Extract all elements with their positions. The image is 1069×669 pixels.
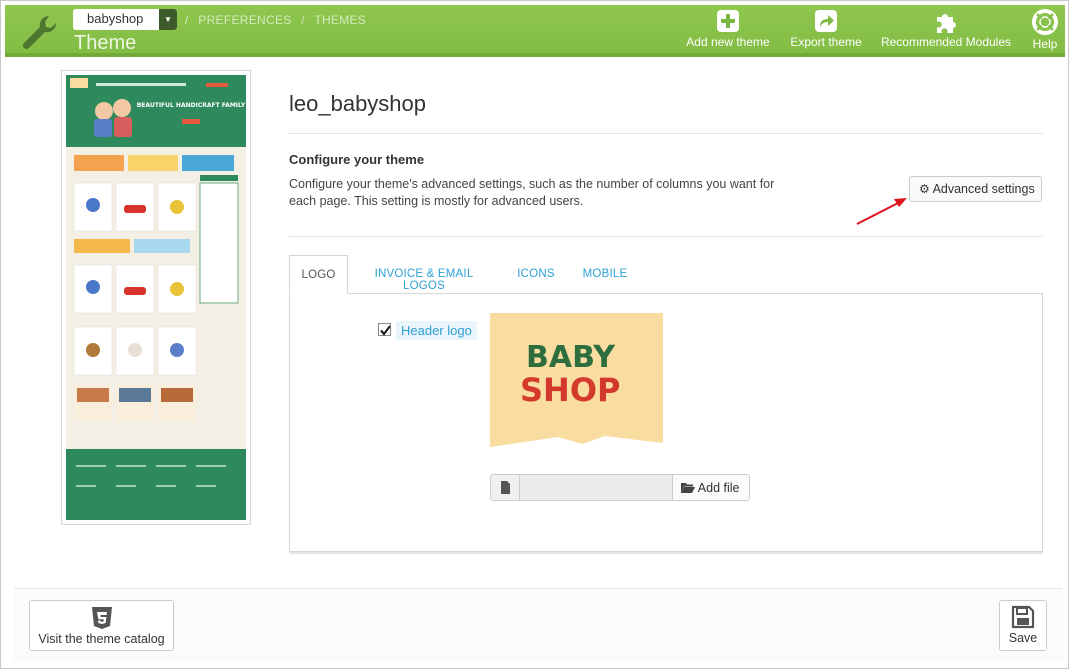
shop-selector[interactable]: babyshop ▼ [73,9,177,30]
export-theme-button[interactable]: Export theme [785,9,867,49]
export-theme-label: Export theme [790,35,862,49]
breadcrumb: / PREFERENCES / THEMES [185,13,372,27]
breadcrumb-preferences[interactable]: PREFERENCES [198,13,291,27]
theme-preview: BEAUTIFUL HANDICRAFT FAMILY [61,70,251,525]
visit-theme-catalog-button[interactable]: Visit the theme catalog [29,600,174,651]
checkmark-icon [380,325,391,336]
recommended-modules-label: Recommended Modules [880,35,1012,49]
tab-mobile[interactable]: MOBILE [579,255,631,294]
breadcrumb-separator: / [301,13,305,27]
page-title: Theme [74,32,137,54]
logo-tab-panel: Header logo BABY SHOP Add file [289,293,1043,552]
advanced-settings-label: Advanced settings [932,182,1035,196]
chevron-down-icon: ▼ [159,9,177,30]
theme-tabs: LOGO INVOICE & EMAIL LOGOS ICONS MOBILE [289,255,1043,294]
add-new-theme-button[interactable]: Add new theme [681,9,775,49]
recommended-modules-button[interactable]: Recommended Modules [875,9,1017,49]
form-footer: Visit the theme catalog Save [14,588,1063,662]
preview-banner-text: BEAUTIFUL HANDICRAFT FAMILY [137,102,246,109]
file-upload: Add file [490,474,750,501]
theme-name: leo_babyshop [289,91,427,116]
header-logo-image: BABY SHOP [490,313,663,447]
puzzle-icon [937,14,956,33]
theme-panel: BEAUTIFUL HANDICRAFT FAMILY leo_babyshop… [14,63,1063,588]
logo-text-baby: BABY [526,340,616,375]
add-file-button[interactable]: Add file [672,474,750,501]
floppy-disk-icon [1011,605,1035,629]
share-icon [815,10,837,32]
breadcrumb-separator: / [185,13,189,27]
shop-selector-value: babyshop [87,11,144,26]
theme-screenshot-graphic: BEAUTIFUL HANDICRAFT FAMILY [66,75,246,520]
annotation-arrow [856,198,907,225]
gear-icon: ⚙ [919,182,930,196]
admin-window: babyshop ▼ / PREFERENCES / THEMES Theme … [0,0,1069,669]
wrench-icon [22,15,57,50]
help-button[interactable]: Help [1027,9,1063,51]
tab-icons[interactable]: ICONS [511,255,561,294]
add-file-label: Add file [697,481,740,495]
tab-invoice-email-logos[interactable]: INVOICE & EMAIL LOGOS [359,255,489,294]
plus-square-icon [717,10,739,32]
header-logo-label[interactable]: Header logo [396,321,477,340]
save-button[interactable]: Save [999,600,1047,651]
file-icon [490,474,520,501]
divider [289,133,1043,134]
breadcrumb-themes[interactable]: THEMES [314,13,366,27]
configure-title: Configure your theme [289,152,425,167]
tab-logo[interactable]: LOGO [289,255,348,294]
header-logo-checkbox[interactable] [378,323,391,336]
help-label: Help [1032,37,1058,51]
visit-theme-catalog-label: Visit the theme catalog [38,632,165,646]
logo-text-shop: SHOP [520,371,620,409]
file-path-input[interactable] [519,474,673,501]
configure-description: Configure your theme's advanced settings… [289,177,775,208]
html5-icon [91,607,112,629]
divider [289,236,1043,237]
folder-open-icon [681,481,698,495]
add-new-theme-label: Add new theme [686,35,770,49]
theme-preview-image: BEAUTIFUL HANDICRAFT FAMILY [66,75,246,520]
save-label: Save [1008,631,1038,645]
advanced-settings-button[interactable]: ⚙ Advanced settings [909,176,1042,202]
lifebuoy-icon [1032,9,1058,35]
page-header: babyshop ▼ / PREFERENCES / THEMES Theme … [5,5,1065,57]
